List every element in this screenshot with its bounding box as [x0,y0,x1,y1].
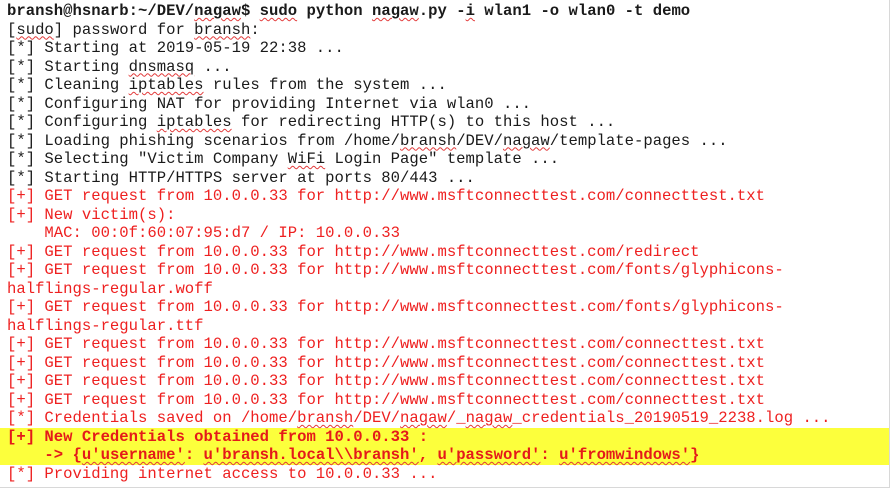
terminal-text: [*] Configuring NAT for providing Intern… [7,94,532,113]
terminal-line: [+] GET request from 10.0.0.33 for http:… [0,298,890,317]
terminal-text: [*] Selecting "Victim Company [7,150,288,168]
spellcheck-flagged-word: nagaw [194,2,241,20]
terminal-text: [*] Providing internet access to 10.0.0.… [7,464,438,483]
terminal-text: , [418,446,438,464]
terminal-line: [sudo] password for bransh: [0,21,890,40]
terminal-text: MAC: 00:0f:60:07:95:d7 / IP: 10.0.0.33 [7,224,401,242]
terminal-line: [+] GET request from 10.0.0.33 for http:… [0,354,890,373]
terminal-text: : [250,20,260,39]
terminal-text: [*] Starting [7,57,129,76]
terminal-text: Login Page" template ... [325,150,560,168]
spellcheck-flagged-word: nagaw [371,2,419,20]
terminal-text: /template-pages ... [549,131,728,150]
terminal-text: [*] Starting HTTP/HTTPS server at ports … [7,168,475,187]
terminal-text: [+] GET request from 10.0.0.33 for http:… [7,187,765,205]
terminal-line: [+] GET request from 10.0.0.33 for http:… [0,187,890,206]
spellcheck-flagged-word: sudo [16,20,54,39]
spellcheck-flagged-word: u'fromwindows' [559,446,691,464]
terminal-text: bransh@hsnarb:~/DEV/ [7,2,195,20]
terminal-line: halflings-regular.ttf [0,317,890,336]
terminal-text: [+] GET request from 10.0.0.33 for http:… [7,335,765,353]
terminal-line: [*] Starting at 2019-05-19 22:38 ... [0,39,890,58]
terminal-line: MAC: 00:0f:60:07:95:d7 / IP: 10.0.0.33 [0,224,890,243]
terminal-text: } [690,446,700,464]
spellcheck-flagged-word: i [465,2,475,20]
terminal-text: : [184,446,204,464]
terminal-line: [*] Starting HTTP/HTTPS server at ports … [0,169,890,188]
terminal-text: [+] GET request from 10.0.0.33 for http:… [7,372,765,390]
spellcheck-flagged-word: bransh [297,409,354,427]
terminal-text: [+] GET request from 10.0.0.33 for http:… [7,242,700,261]
spellcheck-flagged-word: dnsmasq [128,57,195,76]
terminal-line: halflings-regular.woff [0,280,890,299]
terminal-text: [+] GET request from 10.0.0.33 for http:… [7,353,765,372]
terminal-text: [*] Credentials saved on /home/ [7,409,298,427]
terminal-text: [*] Configuring [7,113,157,131]
terminal-line: [+] New victim(s): [0,206,890,225]
terminal-line: [*] Cleaning iptables rules from the sys… [0,76,890,95]
terminal-line: [+] GET request from 10.0.0.33 for http:… [0,335,890,354]
terminal-line: [*] Credentials saved on /home/bransh/DE… [0,409,890,428]
spellcheck-flagged-word: sudo [259,2,298,20]
terminal-text: halflings-regular.woff [7,279,213,298]
terminal-line: [+] GET request from 10.0.0.33 for http:… [0,372,890,391]
terminal-text: halflings-regular.ttf [7,316,204,335]
terminal-line: [+] GET request from 10.0.0.33 for http:… [0,261,890,280]
terminal-text: for redirecting HTTP(s) to this host ... [231,113,616,131]
terminal-line: -> {u'username': u'bransh.local\\bransh'… [0,446,890,465]
terminal-text: : [540,446,560,464]
terminal-line: [+] GET request from 10.0.0.33 for http:… [0,391,890,410]
terminal-text: .py - [418,2,466,20]
terminal-line: [*] Selecting "Victim Company WiFi Login… [0,150,890,169]
spellcheck-flagged-word: WiFi [287,150,326,168]
terminal-text: ... [194,57,232,76]
terminal-line: bransh@hsnarb:~/DEV/nagaw$ sudo python n… [0,2,890,21]
terminal-line: [*] Configuring iptables for redirecting… [0,113,890,132]
spellcheck-flagged-word: u'bransh.local\\bransh' [203,446,419,464]
terminal-line: [*] Configuring NAT for providing Intern… [0,95,890,114]
spellcheck-flagged-word: nagaw [502,131,550,150]
terminal-line: [*] Providing internet access to 10.0.0.… [0,465,890,484]
terminal-text: [+] GET request from 10.0.0.33 for http:… [7,298,784,316]
spellcheck-flagged-word: u'password' [437,446,541,464]
spellcheck-flagged-word: nagaw [465,409,513,427]
terminal-text: /DEV/ [456,131,503,150]
terminal-text: python [297,2,372,20]
terminal-text: [*] Loading phishing scenarios from /hom… [7,131,401,150]
terminal-line: [*] Loading phishing scenarios from /hom… [0,132,890,151]
terminal-line: [+] New Credentials obtained from 10.0.0… [0,427,890,446]
terminal-text: -> { [7,446,82,464]
spellcheck-flagged-word: bransh [400,131,457,150]
spellcheck-flagged-word: iptables [128,76,204,94]
terminal-text: [+] New Credentials obtained from 10.0.0… [7,427,429,446]
terminal-text: rules from the system ... [203,76,447,94]
spellcheck-flagged-word: u'username' [81,446,185,464]
terminal-text: [*] Cleaning [7,76,129,94]
terminal-text: wlan1 -o wlan0 -t demo [474,2,691,20]
terminal-text: ] password for [53,20,195,39]
terminal-text: [ [7,20,17,39]
terminal-text: _credentials_20190519_2238.log ... [512,409,831,427]
terminal-text: [+] GET request from 10.0.0.33 for http:… [7,261,784,279]
terminal-text: /DEV/ [353,409,401,427]
spellcheck-flagged-word: bransh [194,20,251,39]
spellcheck-flagged-word: iptables [156,113,232,131]
terminal-line: [+] GET request from 10.0.0.33 for http:… [0,243,890,262]
terminal-text: [*] Starting at 2019-05-19 22:38 ... [7,39,344,57]
terminal-window[interactable]: bransh@hsnarb:~/DEV/nagaw$ sudo python n… [0,0,890,488]
terminal-text: $ [240,2,260,20]
terminal-text: [+] GET request from 10.0.0.33 for http:… [7,390,765,409]
terminal-text: [+] New victim(s): [7,205,176,224]
spellcheck-flagged-word: nagaw [400,409,447,427]
terminal-text: /_ [446,409,466,427]
terminal-line: [*] Starting dnsmasq ... [0,58,890,77]
